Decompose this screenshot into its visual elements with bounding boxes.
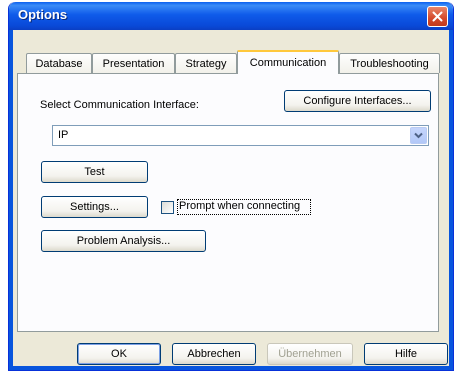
apply-button[interactable]: Übernehmen (267, 343, 353, 365)
settings-button[interactable]: Settings... (41, 196, 148, 218)
close-button[interactable] (427, 6, 448, 27)
chevron-down-icon (414, 132, 423, 139)
interface-select[interactable]: IP (52, 125, 429, 146)
close-icon (432, 11, 443, 22)
tab-database[interactable]: Database (26, 53, 92, 73)
tab-communication[interactable]: Communication (237, 50, 339, 74)
tab-troubleshooting[interactable]: Troubleshooting (339, 53, 440, 73)
test-button[interactable]: Test (41, 161, 148, 183)
tab-presentation[interactable]: Presentation (92, 53, 175, 73)
prompt-when-connecting-checkbox[interactable] (161, 201, 174, 214)
tab-strategy[interactable]: Strategy (175, 53, 237, 73)
help-button[interactable]: Hilfe (364, 343, 448, 365)
problem-analysis-button[interactable]: Problem Analysis... (41, 230, 206, 252)
ok-button[interactable]: OK (77, 343, 161, 365)
title-bar[interactable]: Options (9, 2, 453, 30)
window-frame-left (9, 30, 13, 370)
select-interface-label: Select Communication Interface: (40, 99, 199, 111)
window-frame-right (449, 30, 453, 370)
configure-interfaces-button[interactable]: Configure Interfaces... (284, 90, 431, 112)
window-frame-bottom (9, 366, 453, 370)
interface-select-dropdown-button[interactable] (410, 127, 427, 144)
cancel-button[interactable]: Abbrechen (172, 343, 256, 365)
window-title: Options (18, 7, 68, 22)
prompt-when-connecting-label[interactable]: Prompt when connecting (179, 200, 300, 212)
interface-select-value: IP (58, 129, 69, 141)
